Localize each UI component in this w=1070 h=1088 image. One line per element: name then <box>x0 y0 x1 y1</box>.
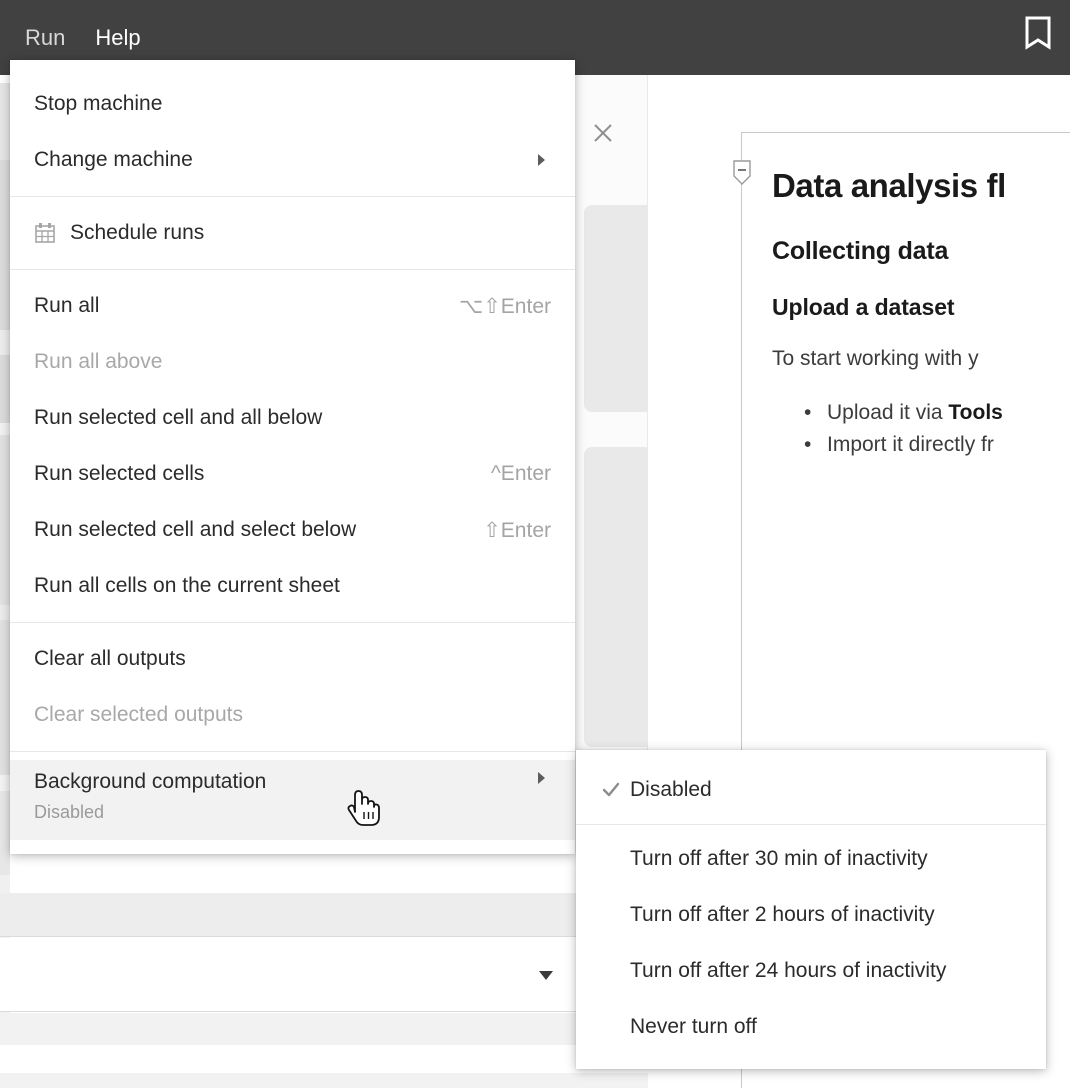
calendar-icon <box>34 222 62 244</box>
bottom-row-band <box>0 1045 648 1073</box>
submenu-item-turn-off-24-hours[interactable]: Turn off after 24 hours of inactivity <box>576 943 1046 999</box>
menu-item-run-selected-cells[interactable]: Run selected cells ^Enter <box>10 446 575 502</box>
menu-item-label: Clear all outputs <box>34 647 186 671</box>
menu-item-label: Stop machine <box>34 92 162 116</box>
page-title: Data analysis fl <box>772 167 1070 205</box>
bookmark-icon[interactable] <box>1018 8 1058 58</box>
menu-item-shortcut: ^Enter <box>491 462 555 486</box>
submenu-item-turn-off-2-hours[interactable]: Turn off after 2 hours of inactivity <box>576 887 1046 943</box>
menu-item-shortcut: ⌥⇧Enter <box>459 294 555 319</box>
list-item: Import it directly fr <box>772 429 1070 461</box>
menu-item-clear-selected-outputs: Clear selected outputs <box>10 687 575 743</box>
submenu-item-label: Never turn off <box>630 1015 757 1039</box>
bottom-dropdown-row[interactable] <box>0 938 648 1012</box>
list-item-text: Import it directly fr <box>827 433 994 456</box>
menu-item-label: Run all cells on the current sheet <box>34 574 340 598</box>
submenu-item-label: Turn off after 30 min of inactivity <box>630 847 928 871</box>
menu-item-shortcut: ⇧Enter <box>483 518 555 543</box>
menu-item-run-all-above: Run all above <box>10 334 575 390</box>
menu-item-run-all-current-sheet[interactable]: Run all cells on the current sheet <box>10 558 575 614</box>
close-icon[interactable] <box>588 118 618 148</box>
menu-item-run-selected-and-select-below[interactable]: Run selected cell and select below ⇧Ente… <box>10 502 575 558</box>
bottom-row-band <box>0 1013 648 1045</box>
submenu-item-turn-off-30-min[interactable]: Turn off after 30 min of inactivity <box>576 831 1046 887</box>
menu-item-label: Run all <box>34 294 99 318</box>
chevron-right-icon <box>533 770 555 786</box>
submenu-item-disabled[interactable]: Disabled <box>576 762 1046 818</box>
submenu-item-never-turn-off[interactable]: Never turn off <box>576 999 1046 1055</box>
bottom-rows <box>0 893 648 1088</box>
bottom-row-band <box>0 1073 648 1088</box>
menu-item-stop-machine[interactable]: Stop machine <box>10 76 575 132</box>
bottom-row-band <box>0 893 648 937</box>
submenu-item-label: Turn off after 2 hours of inactivity <box>630 903 935 927</box>
menu-item-label: Schedule runs <box>70 221 204 245</box>
run-dropdown-menu[interactable]: Stop machine Change machine <box>10 60 575 854</box>
menu-group-machine: Stop machine Change machine <box>10 68 575 196</box>
submenu-group-disabled: Disabled <box>576 756 1046 824</box>
section-heading: Collecting data <box>772 237 1070 266</box>
list-item-text: Upload it via <box>827 401 948 424</box>
menu-group-background-computation: Background computation Disabled <box>10 751 575 848</box>
menu-item-change-machine[interactable]: Change machine <box>10 132 575 188</box>
bullet-list: Upload it via Tools Import it directly f… <box>772 397 1070 461</box>
submenu-group-timeouts: Turn off after 30 min of inactivity Turn… <box>576 824 1046 1061</box>
sub-heading: Upload a dataset <box>772 294 1070 321</box>
menu-item-run-all[interactable]: Run all ⌥⇧Enter <box>10 278 575 334</box>
check-icon <box>596 780 626 800</box>
list-item-strong: Tools <box>948 401 1002 424</box>
panel-card-placeholder[interactable] <box>584 205 648 412</box>
menu-item-schedule-runs[interactable]: Schedule runs <box>10 205 575 261</box>
menu-item-background-computation[interactable]: Background computation Disabled <box>10 760 575 840</box>
menu-item-label: Change machine <box>34 148 193 172</box>
menu-item-label: Run all above <box>34 350 162 374</box>
menubar-item-run[interactable]: Run <box>10 21 80 55</box>
menu-group-clear: Clear all outputs Clear selected outputs <box>10 622 575 751</box>
menu-item-label: Run selected cells <box>34 462 204 486</box>
menu-group-run: Run all ⌥⇧Enter Run all above Run select… <box>10 269 575 622</box>
menubar-item-help[interactable]: Help <box>80 21 155 55</box>
panel-card-placeholder[interactable] <box>584 447 648 747</box>
body-paragraph: To start working with y <box>772 347 1070 371</box>
menu-item-clear-all-outputs[interactable]: Clear all outputs <box>10 631 575 687</box>
menu-item-label: Run selected cell and all below <box>34 406 322 430</box>
menu-item-current-value: Disabled <box>34 802 104 823</box>
menu-item-run-selected-and-below[interactable]: Run selected cell and all below <box>10 390 575 446</box>
menu-item-label: Run selected cell and select below <box>34 518 356 542</box>
submenu-item-label: Disabled <box>630 778 712 802</box>
chevron-down-icon[interactable] <box>535 964 557 986</box>
collapse-minus-icon[interactable] <box>731 160 753 188</box>
list-item: Upload it via Tools <box>772 397 1070 429</box>
chevron-right-icon <box>533 152 555 168</box>
menu-item-label: Background computation <box>34 770 266 794</box>
submenu-item-label: Turn off after 24 hours of inactivity <box>630 959 946 983</box>
menu-item-label: Clear selected outputs <box>34 703 243 727</box>
app-root: Data analysis fl Collecting data Upload … <box>0 0 1070 1088</box>
background-computation-submenu[interactable]: Disabled Turn off after 30 min of inacti… <box>576 750 1046 1069</box>
menu-group-schedule: Schedule runs <box>10 196 575 269</box>
